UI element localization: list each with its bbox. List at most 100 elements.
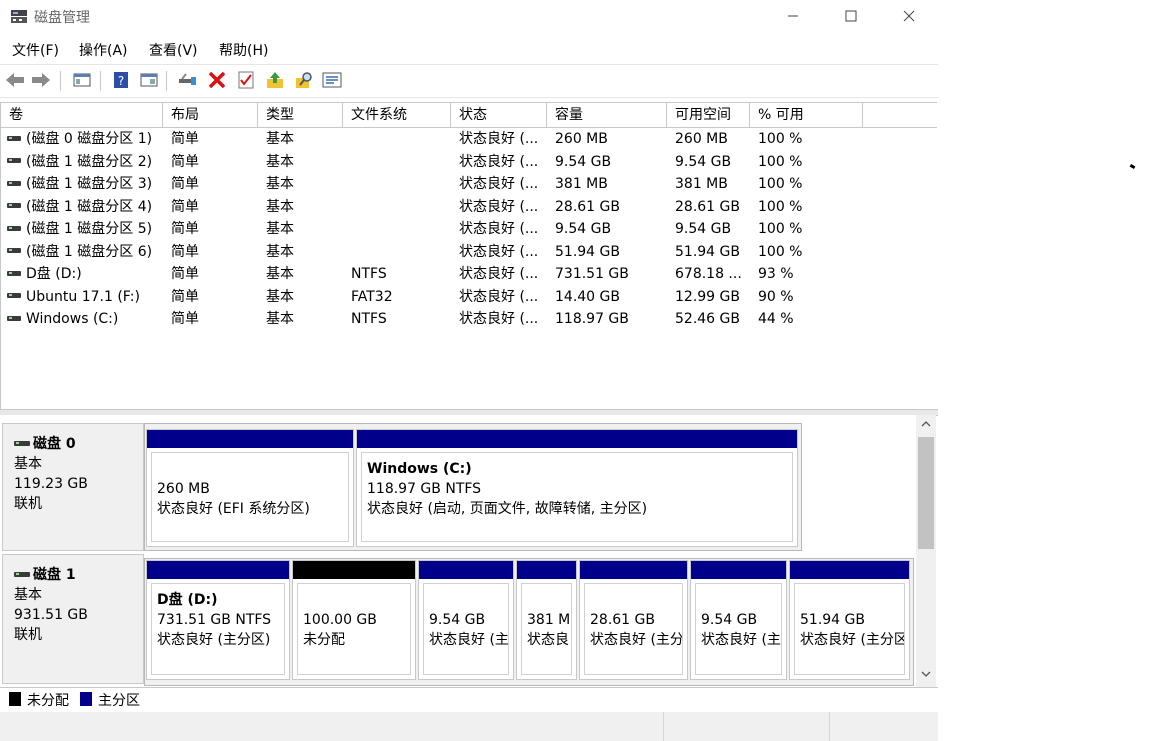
partition-details: 28.61 GB 状态良好 (主分 xyxy=(584,583,683,675)
column-header-percent-free[interactable]: % 可用 xyxy=(750,103,863,127)
volume-cell: 90 % xyxy=(758,288,794,305)
maximize-icon xyxy=(845,10,857,22)
partition-1-2[interactable]: 9.54 GB 状态良好 (主 xyxy=(418,560,514,680)
disk-1-label[interactable]: 磁盘 1 基本 931.51 GB 联机 xyxy=(2,554,144,684)
volume-cell: 9.54 GB xyxy=(675,221,732,237)
volume-cell: 基本 xyxy=(266,288,294,305)
partition-0-1[interactable]: Windows (C:) 118.97 GB NTFS 状态良好 (启动, 页面文件… xyxy=(356,429,798,547)
show-hide-console-tree-button[interactable] xyxy=(72,70,92,90)
scrollbar-thumb[interactable] xyxy=(918,437,934,549)
volume-row[interactable]: D盘 (D:) 简单 基本 NTFS 状态良好 (... 731.51 GB 678.18 … xyxy=(1,263,937,285)
properties-button[interactable] xyxy=(236,70,256,90)
toolbar-separator xyxy=(60,71,61,91)
column-header-capacity[interactable]: 容量 xyxy=(547,103,667,127)
volume-cell: NTFS xyxy=(351,266,387,282)
volume-cell: 731.51 GB xyxy=(555,266,629,282)
partition-1-0[interactable]: D盘 (D:) 731.51 GB NTFS 状态良好 (主分区) xyxy=(146,560,290,680)
column-header-free-space[interactable]: 可用空间 xyxy=(667,103,750,127)
disk-icon xyxy=(14,440,30,446)
show-hide-action-pane-button[interactable] xyxy=(139,70,159,90)
upload-button[interactable] xyxy=(265,70,285,90)
partition-status: 状态良 xyxy=(527,632,569,648)
partition-type-bar xyxy=(580,561,687,579)
volume-cell: 678.18 ... xyxy=(675,266,742,282)
volume-row[interactable]: (磁盘 1 磁盘分区 2) 简单 基本 状态良好 (... 9.54 GB 9.54 GB… xyxy=(1,151,937,173)
volume-row[interactable]: (磁盘 1 磁盘分区 6) 简单 基本 状态良好 (... 51.94 GB 51.94 … xyxy=(1,241,937,263)
menu-help[interactable]: 帮助(H) xyxy=(219,40,268,60)
toolbar-separator xyxy=(166,71,167,91)
volume-list: 卷 布局 类型 文件系统 状态 容量 可用空间 % 可用 (磁盘 0 磁盘分区 … xyxy=(0,102,937,410)
column-header-filesystem[interactable]: 文件系统 xyxy=(343,103,451,127)
volume-name-cell: Ubuntu 17.1 (F:) xyxy=(7,286,162,308)
volume-cell: 简单 xyxy=(171,311,199,327)
connect-virtual-disk-button[interactable] xyxy=(178,70,198,90)
partition-details: 51.94 GB 状态良好 (主分区 xyxy=(794,583,905,675)
volume-name-cell: Windows (C:) xyxy=(7,308,162,330)
partition-1-5[interactable]: 9.54 GB 状态良好 (主 xyxy=(690,560,787,680)
minimize-button[interactable] xyxy=(770,4,816,30)
menu-view[interactable]: 查看(V) xyxy=(149,40,198,60)
volume-name: (磁盘 1 磁盘分区 6) xyxy=(26,243,153,260)
status-bar xyxy=(0,712,938,741)
help-button[interactable]: ? xyxy=(111,70,131,90)
scroll-down-arrow-icon[interactable] xyxy=(916,665,936,685)
partition-type-bar xyxy=(517,561,576,579)
volume-cell: 简单 xyxy=(171,221,199,237)
volume-cell: 51.94 GB xyxy=(675,243,740,260)
disk-1-size: 931.51 GB xyxy=(14,607,88,623)
maximize-button[interactable] xyxy=(828,4,874,30)
toolbar-separator xyxy=(100,71,101,91)
partition-status: 状态良好 (主 xyxy=(429,632,509,648)
volume-name-cell: (磁盘 1 磁盘分区 3) xyxy=(7,173,162,195)
graphic-pane-scrollbar[interactable] xyxy=(916,415,936,687)
column-header-status[interactable]: 状态 xyxy=(451,103,547,127)
volume-cell: 状态良好 (... xyxy=(459,288,539,305)
volume-cell: 14.40 GB xyxy=(555,288,620,305)
volume-name: Ubuntu 17.1 (F:) xyxy=(26,288,140,305)
volume-row[interactable]: Ubuntu 17.1 (F:) 简单 基本 FAT32 状态良好 (... 14.40 … xyxy=(1,286,937,308)
forward-button[interactable] xyxy=(31,70,51,90)
partition-size: 28.61 GB xyxy=(590,612,655,628)
delete-button[interactable] xyxy=(207,70,227,90)
disk-0-name-text: 磁盘 0 xyxy=(33,436,76,452)
volume-cell: 基本 xyxy=(266,243,294,260)
partition-details: 9.54 GB 状态良好 (主 xyxy=(423,583,509,675)
volume-cell: 简单 xyxy=(171,243,199,260)
disk-0-label[interactable]: 磁盘 0 基本 119.23 GB 联机 xyxy=(2,423,144,551)
volume-cell: 状态良好 (... xyxy=(459,243,539,260)
partition-type-bar xyxy=(147,430,353,448)
column-header-layout[interactable]: 布局 xyxy=(163,103,258,127)
partition-1-1[interactable]: 100.00 GB 未分配 xyxy=(292,560,416,680)
minimize-icon xyxy=(788,15,798,17)
partition-1-6[interactable]: 51.94 GB 状态良好 (主分区 xyxy=(789,560,910,680)
search-button[interactable] xyxy=(294,70,314,90)
menu-file[interactable]: 文件(F) xyxy=(12,40,59,60)
column-header-type[interactable]: 类型 xyxy=(258,103,343,127)
back-button[interactable] xyxy=(5,70,25,90)
partition-size: 100.00 GB xyxy=(303,612,377,628)
close-button[interactable] xyxy=(886,4,932,30)
partition-size: 260 MB xyxy=(157,481,210,497)
action-pane-icon xyxy=(140,73,158,87)
volume-list-header: 卷 布局 类型 文件系统 状态 容量 可用空间 % 可用 xyxy=(1,103,937,128)
partition-1-3[interactable]: 381 M 状态良 xyxy=(516,560,577,680)
partition-0-0[interactable]: 260 MB 状态良好 (EFI 系统分区) xyxy=(146,429,354,547)
partition-title: Windows (C:) xyxy=(367,461,472,477)
volume-row[interactable]: (磁盘 1 磁盘分区 5) 简单 基本 状态良好 (... 9.54 GB 9.54 GB… xyxy=(1,218,937,240)
up-folder-icon xyxy=(267,72,283,88)
volume-row[interactable]: (磁盘 1 磁盘分区 4) 简单 基本 状态良好 (... 28.61 GB 28.61 … xyxy=(1,196,937,218)
window-title: 磁盘管理 xyxy=(34,10,90,26)
scroll-up-arrow-icon[interactable] xyxy=(916,415,936,435)
volume-row[interactable]: Windows (C:) 简单 基本 NTFS 状态良好 (... 118.97 GB 52… xyxy=(1,308,937,330)
status-bar-separator xyxy=(663,712,664,741)
partition-details: 260 MB 状态良好 (EFI 系统分区) xyxy=(151,452,349,542)
partition-1-4[interactable]: 28.61 GB 状态良好 (主分 xyxy=(579,560,688,680)
partition-status: 状态良好 (主分区) xyxy=(157,632,271,648)
volume-cell: 9.54 GB xyxy=(555,221,612,237)
volume-row[interactable]: (磁盘 0 磁盘分区 1) 简单 基本 状态良好 (... 260 MB 260 MB 10… xyxy=(1,128,937,150)
volume-cell: 100 % xyxy=(758,176,803,192)
volume-row[interactable]: (磁盘 1 磁盘分区 3) 简单 基本 状态良好 (... 381 MB 381 MB 10… xyxy=(1,173,937,195)
menu-action[interactable]: 操作(A) xyxy=(79,40,128,60)
column-header-volume[interactable]: 卷 xyxy=(1,103,163,127)
list-view-button[interactable] xyxy=(322,70,342,90)
